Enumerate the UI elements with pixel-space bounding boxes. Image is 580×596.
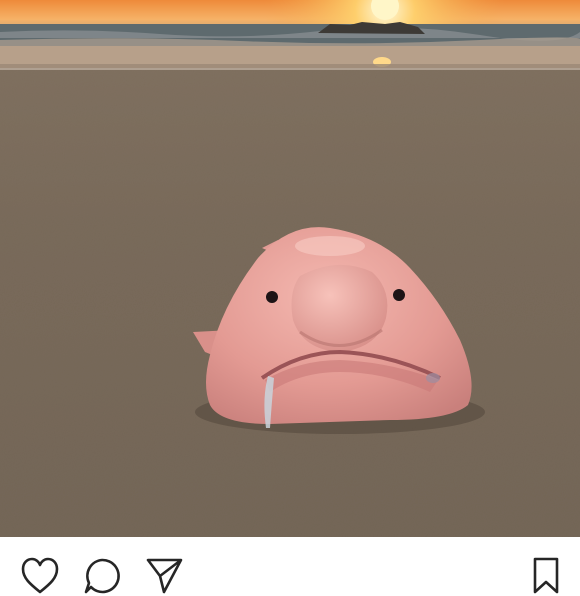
post-action-bar [0,537,580,594]
heart-icon[interactable] [20,556,60,596]
instagram-post [0,0,580,594]
send-icon[interactable] [144,556,184,596]
comment-icon[interactable] [82,556,122,596]
bookmark-icon[interactable] [530,556,570,596]
post-photo[interactable] [0,0,580,537]
